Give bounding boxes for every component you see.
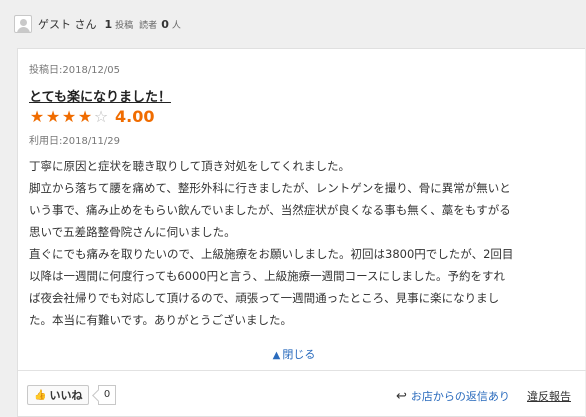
close-link[interactable]: ▲ 閉じる [18,346,570,362]
review-line: 以降は一週間に何度行っても6000円と言う、上級施療一週間コースにしました。予約… [29,269,506,283]
posted-date: 投稿日:2018/12/05 [29,65,121,76]
readers-label: 読者 [139,20,158,31]
like-button[interactable]: 👍 いいね [27,385,90,405]
review-line: 直ぐにでも痛みを取りたいので、上級施療をお願いしました。初回は3800円でしたが… [29,247,514,261]
reviewer-name[interactable]: ゲスト さん [38,16,97,32]
star-icon: ★ [77,106,93,126]
up-arrow-icon: ▲ [272,350,281,361]
thumbs-up-icon: 👍 [34,389,47,401]
close-label[interactable]: 閉じる [282,348,315,361]
readers-count: 0 [161,17,169,31]
posts-label: 投稿 [115,20,134,31]
reply-label[interactable]: お店からの返信あり [411,388,510,404]
star-icon: ☆ [93,106,109,126]
rating-score: 4.00 [115,107,155,126]
star-icon: ★ [29,106,45,126]
review-line: 脚立から落ちて腰を痛めて、整形外科に行きましたが、レントゲンを撮り、骨に異常が無… [29,181,511,195]
readers-unit: 人 [171,20,181,31]
star-icon: ★ [45,106,61,126]
review-title[interactable]: とても楽になりました！ [29,86,171,105]
reply-arrow-icon: ↩ [396,388,407,404]
report-link[interactable]: 違反報告 [527,388,571,404]
user-avatar-icon[interactable] [14,15,32,33]
review-line: 思いで五差路整骨院さんに伺いました。 [29,225,236,239]
review-card: 投稿日:2018/12/05 とても楽になりました！ ★ ★ ★ ★ ☆ 4.00 利用… [17,48,586,417]
reviewer-header: ゲスト さん 1 投稿 読者 0 人 [0,0,586,48]
visit-date: 利用日:2018/11/29 [29,136,121,147]
reply-link[interactable]: ↩ お店からの返信あり [396,388,510,404]
review-line: 丁寧に原因と症状を聴き取りして頂き対処をしてくれました。 [29,159,350,173]
review-line: ば夜会社帰りでも対応して頂けるので、頑張って一週間通ったところ、見事に楽になりま… [29,291,500,305]
like-count: 0 [98,385,116,405]
posts-count: 1 [104,17,113,31]
like-label: いいね [49,389,83,402]
review-body: 丁寧に原因と症状を聴き取りして頂き対処をしてくれました。 脚立から落ちて腰を痛め… [29,155,581,331]
rating: ★ ★ ★ ★ ☆ 4.00 [29,106,155,126]
divider [18,370,586,371]
review-line: いう事で、痛み止めをもらい飲んでいましたが、当然症状が良くなる事も無く、藁をもす… [29,203,511,217]
star-rating: ★ ★ ★ ★ ☆ [29,106,109,126]
review-line: た。本当に有難いです。ありがとうございました。 [29,313,293,327]
star-icon: ★ [61,106,77,126]
